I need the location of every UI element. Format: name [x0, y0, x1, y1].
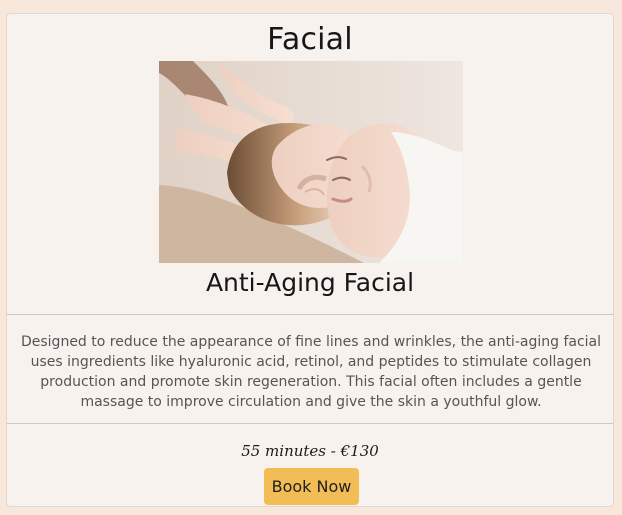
duration-price: 55 minutes - €130 — [241, 442, 379, 460]
service-name: Anti-Aging Facial — [205, 268, 415, 297]
book-now-button[interactable]: Book Now — [264, 468, 359, 505]
service-description: Designed to reduce the appearance of fin… — [20, 334, 602, 410]
page: Facial Anti-Aging Facial Designed to red… — [0, 0, 622, 515]
service-card: Facial Anti-Aging Facial Designed to red… — [6, 13, 614, 507]
facial-image — [159, 61, 463, 263]
category-title: Facial — [267, 22, 353, 57]
bottom-divider — [7, 423, 613, 424]
top-divider — [7, 314, 613, 315]
